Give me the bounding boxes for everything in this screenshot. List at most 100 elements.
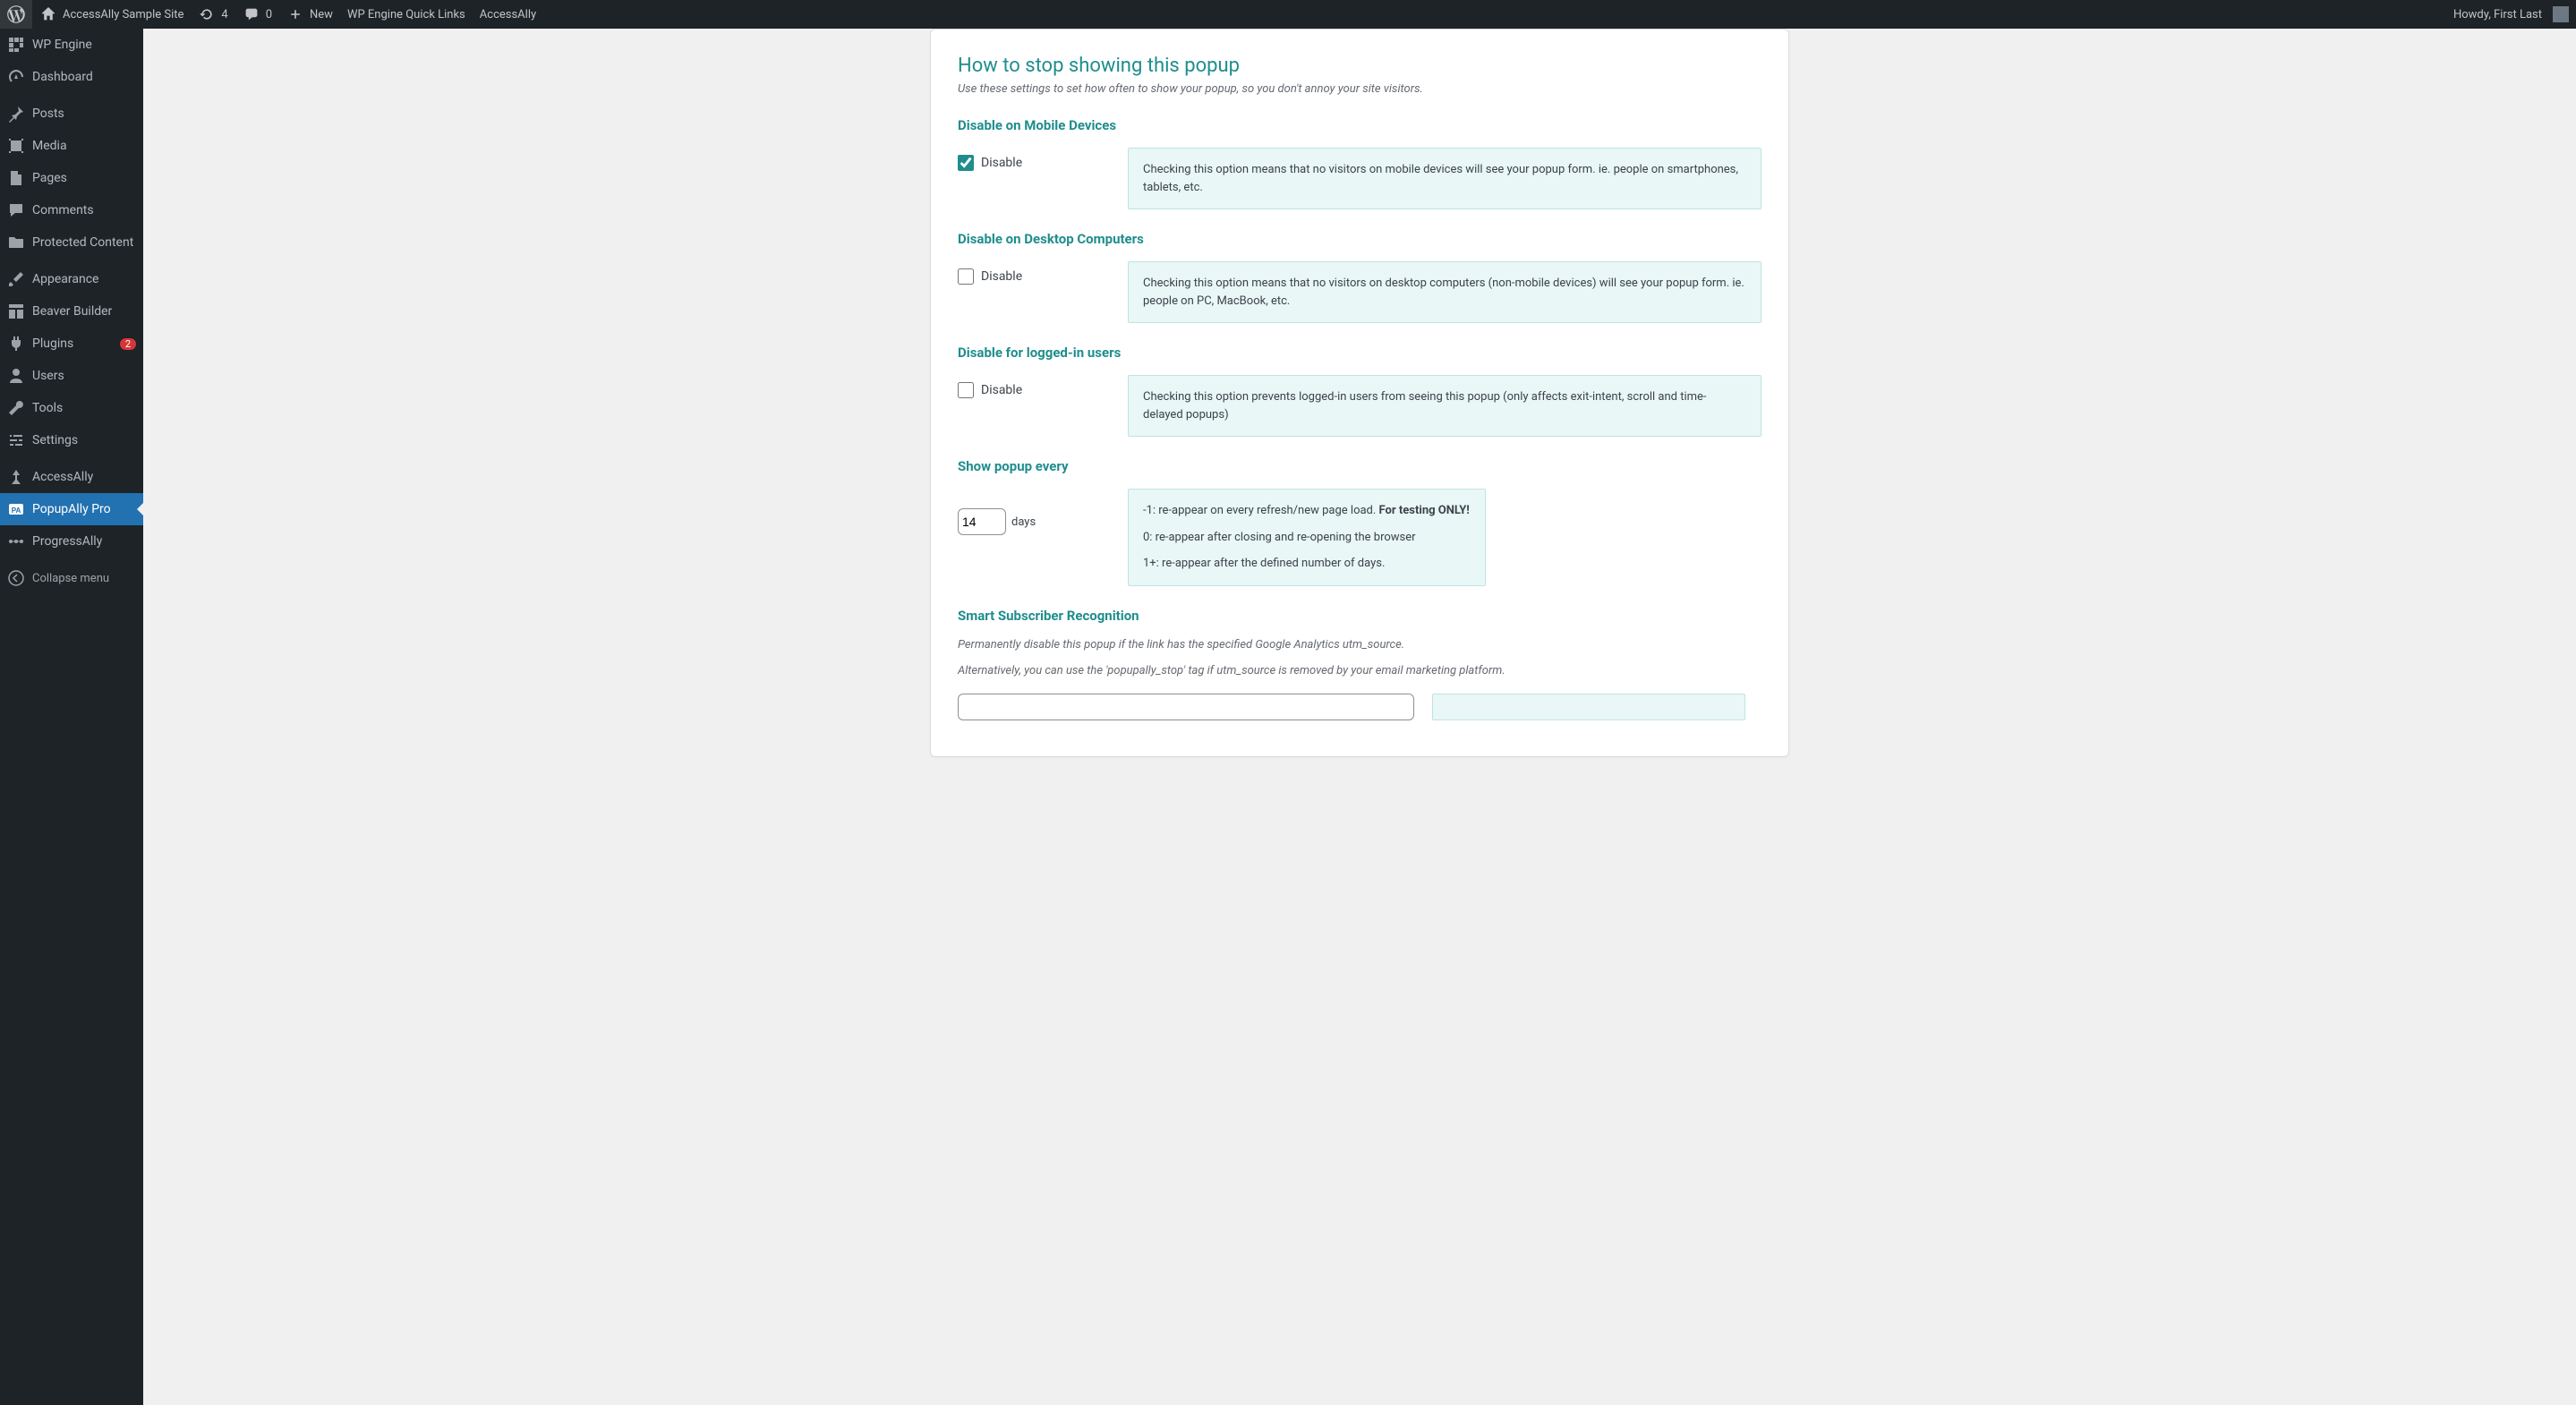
utm-row [958, 694, 1761, 720]
admin-sidebar: WP Engine Dashboard Posts Media Pages Co… [0, 29, 143, 1405]
sidebar-item-settings[interactable]: Settings [0, 424, 143, 456]
updates-link[interactable]: 4 [191, 0, 235, 29]
sidebar-item-users[interactable]: Users [0, 360, 143, 392]
disable-mobile-help: Checking this option means that no visit… [1128, 148, 1761, 209]
sidebar-item-label: Protected Content [32, 235, 136, 250]
sidebar-item-beaver-builder[interactable]: Beaver Builder [0, 295, 143, 328]
smart-desc-1: Permanently disable this popup if the li… [958, 638, 1761, 651]
disable-loggedin-row: Disable Checking this option prevents lo… [958, 375, 1761, 437]
sidebar-item-label: Appearance [32, 272, 136, 286]
sliders-icon [7, 431, 25, 449]
sidebar-item-label: Media [32, 139, 136, 153]
section-heading: How to stop showing this popup [958, 55, 1761, 77]
accessally-toolbar-link[interactable]: AccessAlly [473, 0, 543, 29]
show-popup-every-title: Show popup every [958, 458, 1761, 474]
disable-mobile-title: Disable on Mobile Devices [958, 117, 1761, 133]
disable-desktop-help: Checking this option means that no visit… [1128, 261, 1761, 323]
content-inner: How to stop showing this popup Use these… [143, 29, 2576, 757]
show-popup-days-input[interactable] [958, 508, 1006, 535]
sidebar-item-plugins[interactable]: Plugins 2 [0, 328, 143, 360]
disable-mobile-text: Disable [981, 156, 1022, 170]
site-name-label: AccessAlly Sample Site [63, 8, 183, 21]
sidebar-item-progressally[interactable]: ProgressAlly [0, 525, 143, 558]
sidebar-item-wpengine[interactable]: WP Engine [0, 29, 143, 61]
help-line-2: 0: re-appear after closing and re-openin… [1143, 529, 1471, 547]
disable-loggedin-text: Disable [981, 383, 1022, 397]
disable-mobile-label[interactable]: Disable [958, 155, 1022, 171]
comment-icon [7, 201, 25, 219]
wp-logo-menu[interactable] [0, 0, 32, 29]
new-label: New [310, 8, 333, 21]
utm-source-input[interactable] [958, 694, 1414, 720]
pin-icon [7, 105, 25, 123]
sidebar-item-pages[interactable]: Pages [0, 162, 143, 194]
sidebar-item-label: ProgressAlly [32, 534, 136, 549]
layout-icon [7, 302, 25, 320]
wrench-icon [7, 399, 25, 417]
comments-link[interactable]: 0 [235, 0, 279, 29]
sidebar-item-appearance[interactable]: Appearance [0, 263, 143, 295]
sidebar-item-posts[interactable]: Posts [0, 98, 143, 130]
new-content-link[interactable]: New [279, 0, 340, 29]
comment-icon [243, 5, 260, 23]
show-popup-every-help: -1: re-appear on every refresh/new page … [1128, 489, 1486, 586]
my-account-link[interactable]: Howdy, First Last [2446, 0, 2576, 29]
disable-desktop-checkbox[interactable] [958, 268, 974, 285]
sidebar-item-protected-content[interactable]: Protected Content [0, 226, 143, 259]
disable-desktop-label[interactable]: Disable [958, 268, 1022, 285]
sidebar-item-label: Posts [32, 106, 136, 121]
content-wrap: How to stop showing this popup Use these… [143, 0, 2576, 1405]
sidebar-item-media[interactable]: Media [0, 130, 143, 162]
wp-engine-quicklinks[interactable]: WP Engine Quick Links [340, 0, 473, 29]
dashboard-icon [7, 68, 25, 86]
disable-mobile-control: Disable [958, 148, 1110, 171]
show-popup-every-row: days -1: re-appear on every refresh/new … [958, 489, 1761, 586]
site-name-link[interactable]: AccessAlly Sample Site [32, 0, 191, 29]
smart-subscriber-title: Smart Subscriber Recognition [958, 608, 1761, 624]
disable-loggedin-help: Checking this option prevents logged-in … [1128, 375, 1761, 437]
sidebar-item-accessally[interactable]: AccessAlly [0, 461, 143, 493]
plus-icon [286, 5, 304, 23]
plugin-update-badge: 2 [120, 338, 136, 350]
smart-desc-2: Alternatively, you can use the 'popupall… [958, 664, 1761, 677]
sidebar-item-dashboard[interactable]: Dashboard [0, 61, 143, 93]
sidebar-item-label: WP Engine [32, 38, 136, 52]
sidebar-item-tools[interactable]: Tools [0, 392, 143, 424]
disable-mobile-checkbox[interactable] [958, 155, 974, 171]
disable-desktop-control: Disable [958, 261, 1110, 285]
disable-desktop-row: Disable Checking this option means that … [958, 261, 1761, 323]
sidebar-item-label: AccessAlly [32, 470, 136, 484]
wpengine-icon [7, 36, 25, 54]
disable-desktop-text: Disable [981, 269, 1022, 284]
days-label: days [1011, 515, 1036, 529]
comments-count: 0 [266, 8, 272, 21]
sidebar-item-label: Dashboard [32, 70, 136, 84]
help-line-1b: For testing ONLY! [1379, 504, 1470, 517]
folder-icon [7, 234, 25, 251]
disable-loggedin-checkbox[interactable] [958, 382, 974, 398]
sidebar-item-label: Plugins [32, 336, 109, 351]
collapse-icon [7, 569, 25, 587]
sidebar-item-label: Tools [32, 401, 136, 415]
updates-count: 4 [221, 8, 227, 21]
help-line-1a: -1: re-appear on every refresh/new page … [1143, 504, 1379, 517]
section-description: Use these settings to set how often to s… [958, 82, 1761, 96]
howdy-label: Howdy, First Last [2453, 8, 2542, 21]
admin-toolbar: AccessAlly Sample Site 4 0 New WP Engine… [0, 0, 2576, 29]
disable-loggedin-title: Disable for logged-in users [958, 345, 1761, 361]
svg-text:PA: PA [12, 507, 21, 515]
sidebar-item-label: Comments [32, 203, 136, 217]
plugin-icon [7, 335, 25, 353]
sidebar-item-popupally-pro[interactable]: PA PopupAlly Pro [0, 493, 143, 525]
progressally-icon [7, 532, 25, 550]
sidebar-item-label: Collapse menu [32, 572, 136, 585]
home-icon [39, 5, 57, 23]
sidebar-item-label: Pages [32, 171, 136, 185]
disable-desktop-title: Disable on Desktop Computers [958, 231, 1761, 247]
sidebar-collapse-button[interactable]: Collapse menu [0, 562, 143, 594]
sidebar-item-comments[interactable]: Comments [0, 194, 143, 226]
sidebar-item-label: Users [32, 369, 136, 383]
user-icon [7, 367, 25, 385]
disable-loggedin-label[interactable]: Disable [958, 382, 1022, 398]
page-icon [7, 169, 25, 187]
